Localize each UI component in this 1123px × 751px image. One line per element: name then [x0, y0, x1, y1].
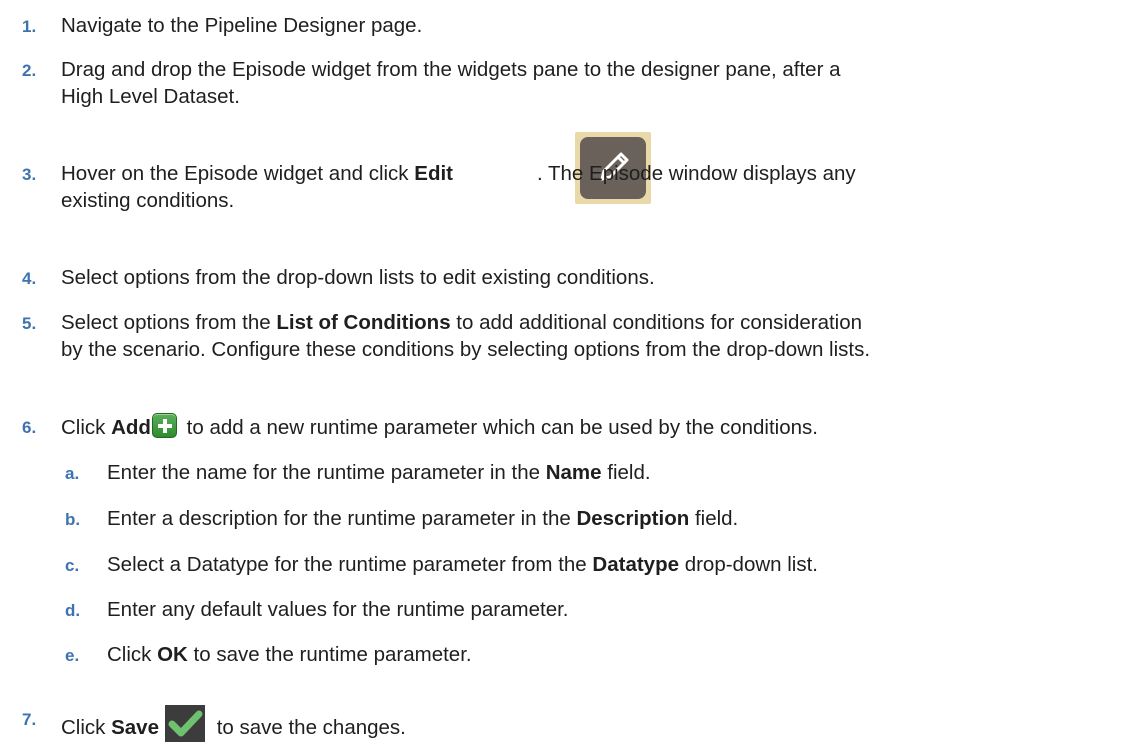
step-text: Click Save to save the changes. — [61, 705, 1121, 742]
save-label: Save — [111, 716, 159, 739]
ok-label: OK — [157, 643, 188, 666]
step-number: 6. — [22, 418, 37, 437]
step-number: 7. — [22, 710, 37, 729]
step-number: 4. — [22, 269, 37, 288]
description-label: Description — [576, 507, 690, 530]
substep-letter: d. — [65, 601, 81, 620]
save-check-icon[interactable] — [165, 705, 205, 742]
add-label: Add — [111, 416, 151, 439]
step-text: Drag and drop the Episode widget from th… — [61, 58, 841, 108]
step-number: 5. — [22, 314, 37, 333]
substep-letter: c. — [65, 556, 80, 575]
substep-letter: e. — [65, 646, 80, 665]
edit-label: Edit — [414, 162, 453, 185]
step-text: Hover on the Episode widget and click Ed… — [61, 162, 856, 212]
step-number: 3. — [22, 165, 37, 184]
list-of-conditions-label: List of Conditions — [276, 311, 451, 334]
step-text: Click Add to add a new runtime parameter… — [61, 413, 1121, 441]
step-number: 2. — [22, 61, 37, 80]
step-number: 1. — [22, 17, 37, 36]
substep-letter: b. — [65, 510, 81, 529]
substep-letter: a. — [65, 464, 80, 483]
step-text: Select options from the List of Conditio… — [61, 311, 871, 361]
step-text: Navigate to the Pipeline Designer page. — [61, 14, 423, 37]
datatype-label: Datatype — [592, 553, 679, 576]
step-text: Select options from the drop-down lists … — [61, 266, 655, 289]
name-label: Name — [545, 461, 602, 484]
add-plus-icon[interactable] — [151, 413, 177, 438]
